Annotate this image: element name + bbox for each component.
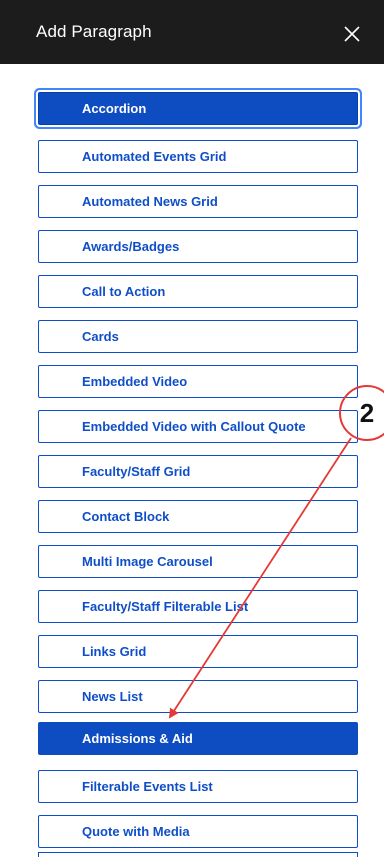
dialog-header: Add Paragraph [0,0,384,64]
paragraph-type-admissions-aid[interactable]: Admissions & Aid [38,722,358,755]
paragraph-type-faculty-staff-grid[interactable]: Faculty/Staff Grid [38,455,358,488]
paragraph-type-accordion[interactable]: Accordion [38,92,358,125]
dialog-title: Add Paragraph [36,22,152,41]
paragraph-type-partial-item[interactable] [38,852,358,857]
paragraph-type-embedded-video[interactable]: Embedded Video [38,365,358,398]
close-icon [344,26,360,42]
paragraph-type-filterable-events-list[interactable]: Filterable Events List [38,770,358,803]
step-number: 2 [359,398,375,428]
paragraph-type-multi-image-carousel[interactable]: Multi Image Carousel [38,545,358,578]
paragraph-type-faculty-staff-filterable-list[interactable]: Faculty/Staff Filterable List [38,590,358,623]
paragraph-type-automated-events-grid[interactable]: Automated Events Grid [38,140,358,173]
paragraph-type-embedded-video-callout-quote[interactable]: Embedded Video with Callout Quote [38,410,358,443]
paragraph-type-quote-with-media[interactable]: Quote with Media [38,815,358,848]
paragraph-type-call-to-action[interactable]: Call to Action [38,275,358,308]
paragraph-type-automated-news-grid[interactable]: Automated News Grid [38,185,358,218]
close-button[interactable] [340,22,364,46]
paragraph-type-cards[interactable]: Cards [38,320,358,353]
paragraph-type-links-grid[interactable]: Links Grid [38,635,358,668]
paragraph-type-awards-badges[interactable]: Awards/Badges [38,230,358,263]
paragraph-type-news-list[interactable]: News List [38,680,358,713]
paragraph-type-contact-block[interactable]: Contact Block [38,500,358,533]
